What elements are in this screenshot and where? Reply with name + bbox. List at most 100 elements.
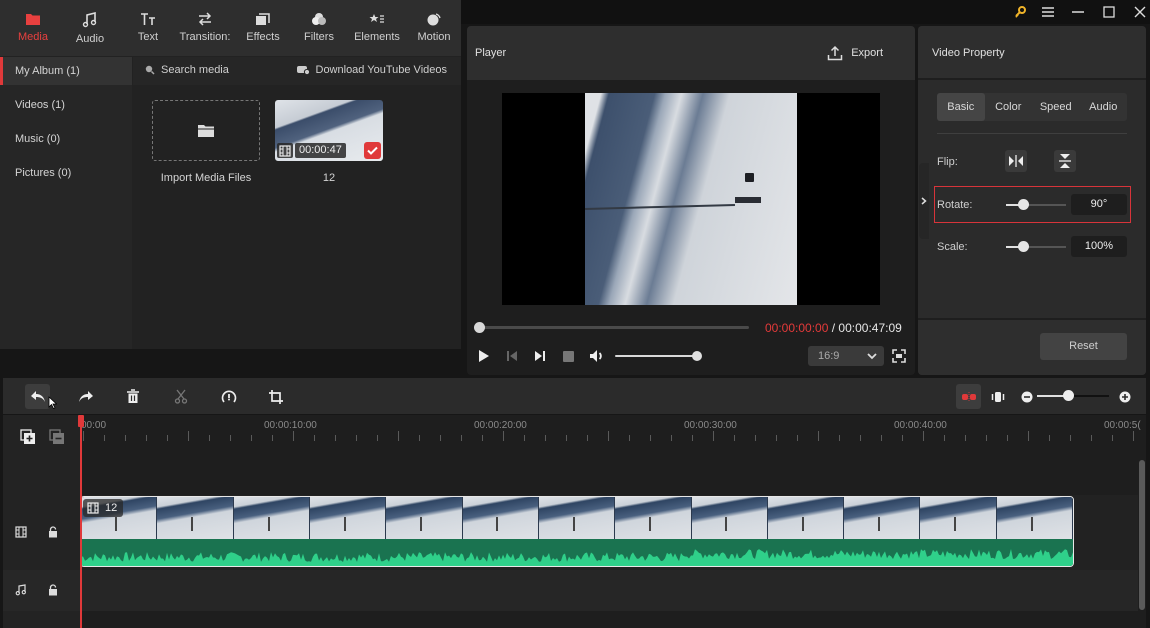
tab-motion[interactable]: Motion xyxy=(406,0,462,56)
undo-button[interactable] xyxy=(25,384,50,409)
export-icon xyxy=(827,45,843,61)
timeline-zoom-handle[interactable] xyxy=(1063,390,1074,401)
next-frame-button[interactable] xyxy=(530,347,550,365)
minimize-icon[interactable] xyxy=(1067,2,1089,22)
empty-track-lane xyxy=(81,447,1138,495)
tab-text[interactable]: Text xyxy=(120,0,176,56)
tab-audio-property[interactable]: Audio xyxy=(1080,93,1128,121)
remove-track-icon[interactable] xyxy=(49,429,65,445)
ruler-tick xyxy=(419,435,420,441)
selected-check-icon[interactable] xyxy=(364,142,381,159)
playhead-handle[interactable] xyxy=(78,415,84,427)
ruler-tick xyxy=(524,435,525,441)
album-item-videos[interactable]: Videos (1) xyxy=(0,91,132,119)
playhead[interactable] xyxy=(80,418,82,628)
key-icon[interactable] xyxy=(1009,2,1031,22)
rotate-slider-handle[interactable] xyxy=(1018,199,1029,210)
export-button[interactable]: Export xyxy=(827,45,883,61)
filters-icon xyxy=(312,13,326,25)
play-button[interactable] xyxy=(474,347,494,365)
video-preview[interactable] xyxy=(502,93,880,305)
stop-icon xyxy=(562,350,574,362)
album-list: My Album (1) Videos (1) Music (0) Pictur… xyxy=(0,57,132,349)
tab-elements[interactable]: Elements xyxy=(349,0,405,56)
ruler-tick xyxy=(944,435,945,441)
close-icon[interactable] xyxy=(1129,2,1150,22)
clip-frame xyxy=(462,497,539,539)
volume-slider[interactable] xyxy=(615,355,697,357)
player-title: Player xyxy=(475,47,507,59)
import-media-button[interactable] xyxy=(152,100,260,161)
timeline-video-clip[interactable]: 12 xyxy=(80,496,1074,567)
ruler-tick xyxy=(104,435,105,441)
reset-button[interactable]: Reset xyxy=(1040,333,1127,360)
tab-speed[interactable]: Speed xyxy=(1032,93,1080,121)
add-track-icon[interactable] xyxy=(20,429,36,445)
tab-media[interactable]: Media xyxy=(5,0,61,56)
ruler-tick xyxy=(923,431,924,441)
tab-color[interactable]: Color xyxy=(985,93,1033,121)
search-input[interactable]: Search media xyxy=(145,64,229,76)
fullscreen-button[interactable] xyxy=(890,347,908,365)
album-item-my-album[interactable]: My Album (1) xyxy=(0,57,132,85)
scale-slider-handle[interactable] xyxy=(1018,241,1029,252)
ruler-tick xyxy=(671,435,672,441)
volume-slider-handle[interactable] xyxy=(692,351,702,361)
media-area: Search media Download YouTube Videos Imp… xyxy=(133,57,461,349)
audio-track-lock-icon[interactable] xyxy=(48,584,58,596)
flip-vertical-icon xyxy=(1059,154,1071,168)
download-label: Download YouTube Videos xyxy=(315,64,448,76)
previous-frame-button[interactable] xyxy=(502,347,522,365)
timeline-vertical-scrollbar[interactable] xyxy=(1139,460,1145,610)
flip-vertical-button[interactable] xyxy=(1054,150,1076,172)
ruler-tick xyxy=(398,431,399,441)
tab-transition[interactable]: Transition: xyxy=(177,0,233,56)
volume-button[interactable] xyxy=(587,347,607,365)
collapse-panel-handle[interactable] xyxy=(919,163,929,239)
zoom-out-button[interactable] xyxy=(1014,384,1039,409)
top-tabs-bar: Media Audio Text Transition: Effects Fil… xyxy=(0,0,461,56)
rotate-value-input[interactable]: 90° xyxy=(1071,194,1127,215)
tab-audio[interactable]: Audio xyxy=(62,0,118,56)
playback-progress-handle[interactable] xyxy=(474,322,485,333)
tab-effects[interactable]: Effects xyxy=(235,0,291,56)
stop-button[interactable] xyxy=(558,347,578,365)
ruler-tick xyxy=(440,435,441,441)
crop-button[interactable] xyxy=(263,384,288,409)
fullscreen-icon xyxy=(892,349,906,363)
flip-horizontal-button[interactable] xyxy=(1005,150,1027,172)
tab-basic[interactable]: Basic xyxy=(937,93,985,121)
import-media-label: Import Media Files xyxy=(160,172,252,184)
search-placeholder: Search media xyxy=(161,64,229,76)
redo-button[interactable] xyxy=(73,384,98,409)
playback-progress-bar[interactable] xyxy=(479,326,749,329)
ruler-tick xyxy=(839,435,840,441)
split-button[interactable] xyxy=(168,384,193,409)
maximize-icon[interactable] xyxy=(1098,2,1120,22)
player-header: Player Export xyxy=(467,26,915,80)
album-item-music[interactable]: Music (0) xyxy=(0,125,132,153)
music-track-icon xyxy=(15,584,27,596)
delete-button[interactable] xyxy=(120,384,145,409)
scale-slider[interactable] xyxy=(1006,246,1066,248)
download-youtube-button[interactable]: Download YouTube Videos xyxy=(296,64,448,76)
time-separator: / xyxy=(828,321,839,335)
media-library-panel: Media Audio Text Transition: Effects Fil… xyxy=(0,0,461,349)
video-track-lock-icon[interactable] xyxy=(48,526,58,538)
menu-icon[interactable] xyxy=(1037,2,1059,22)
fit-timeline-button[interactable] xyxy=(985,384,1010,409)
rotate-slider[interactable] xyxy=(1006,204,1066,206)
tab-filters[interactable]: Filters xyxy=(291,0,347,56)
clip-frame xyxy=(233,497,310,539)
waveform-path xyxy=(81,549,1073,566)
zoom-in-button[interactable] xyxy=(1112,384,1137,409)
timeline-ruler[interactable]: 00:00 00:00:10:00 00:00:20:00 00:00:30:0… xyxy=(81,415,1141,447)
aspect-ratio-select[interactable]: 16:9 xyxy=(808,346,884,366)
album-item-pictures[interactable]: Pictures (0) xyxy=(0,159,132,187)
snap-toggle-button[interactable] xyxy=(956,384,981,409)
speed-button[interactable] xyxy=(216,384,241,409)
scale-value-input[interactable]: 100% xyxy=(1071,236,1127,257)
media-clip-thumbnail[interactable]: 00:00:47 xyxy=(275,100,383,161)
ruler-tick xyxy=(818,431,819,441)
ruler-tick xyxy=(1091,435,1092,441)
